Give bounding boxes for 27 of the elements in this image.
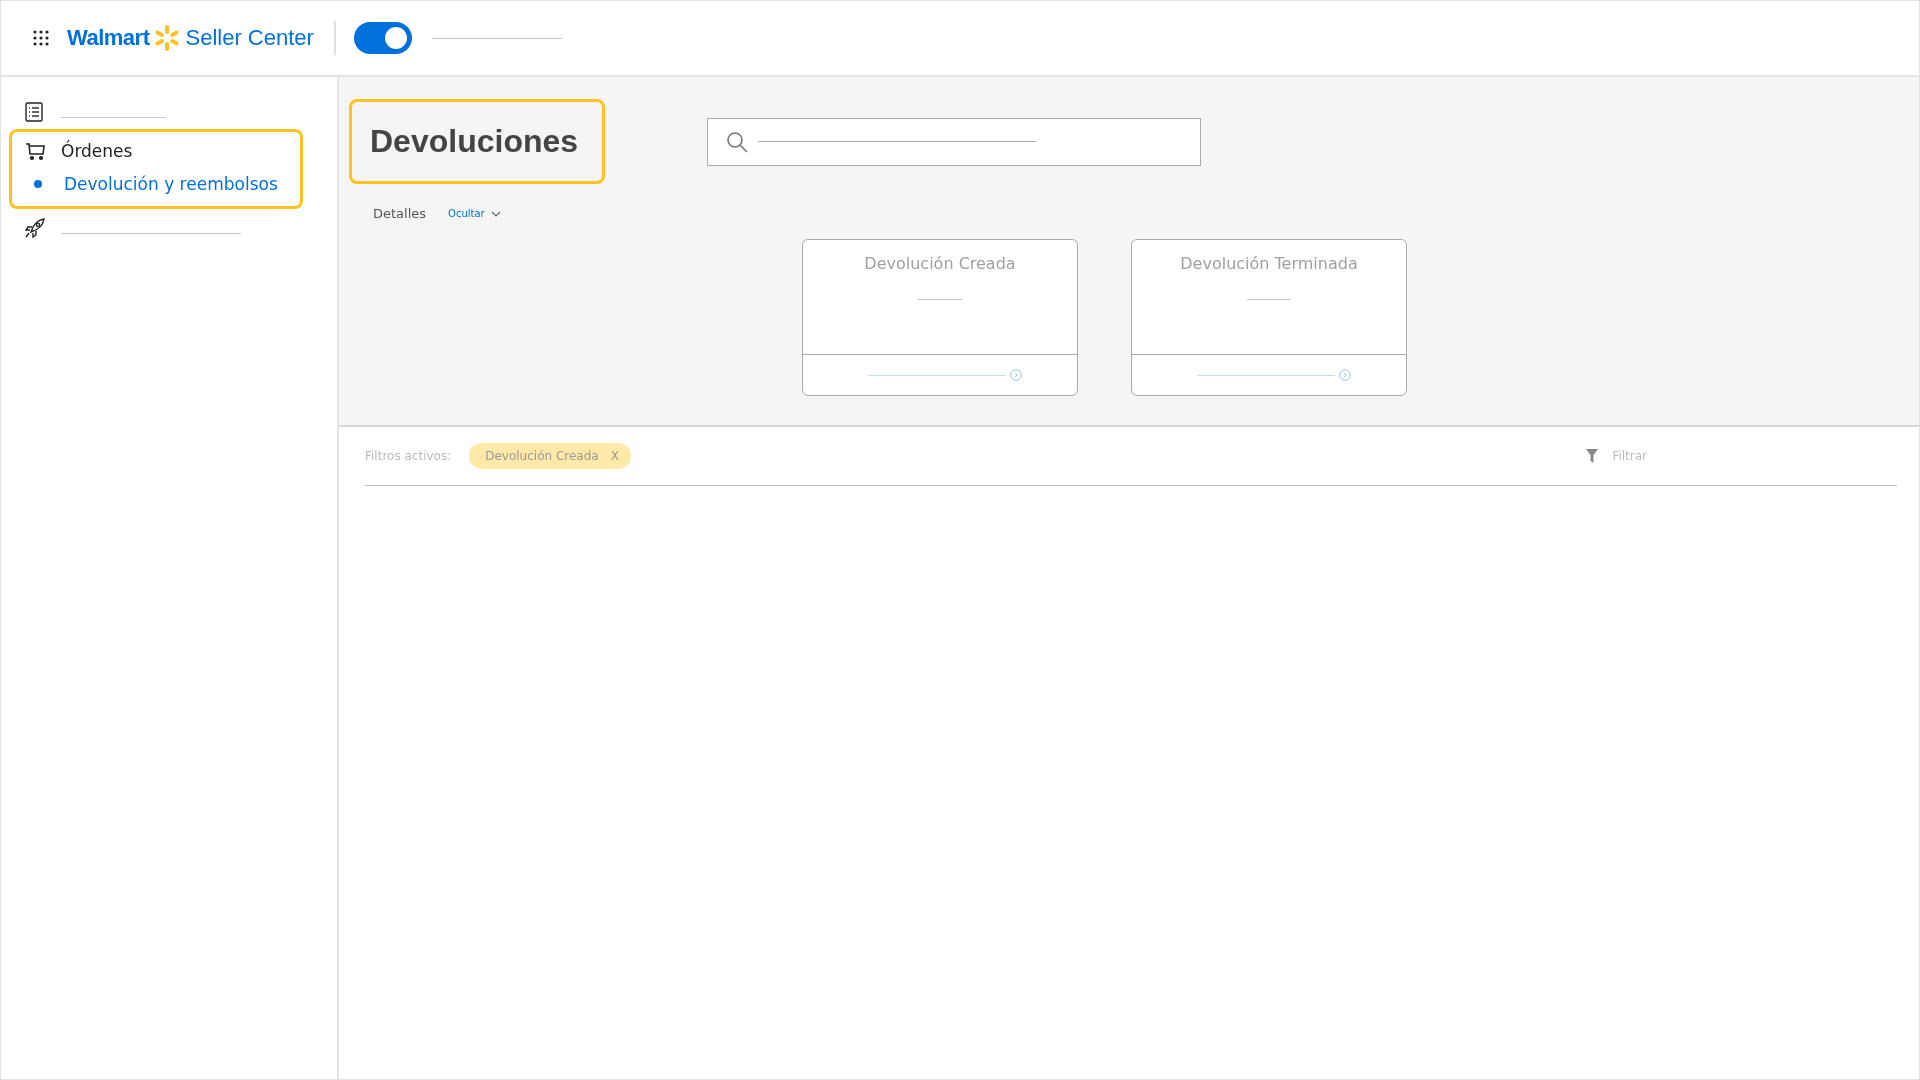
status-card[interactable]: Devolución Terminada: [1131, 239, 1407, 396]
sidebar-item[interactable]: Órdenes: [61, 141, 133, 161]
status-card[interactable]: Devolución Creada: [802, 239, 1078, 396]
funnel-icon: [1586, 449, 1599, 463]
card-title: Devolución Creada: [864, 254, 1016, 273]
apps-grid-icon[interactable]: [33, 30, 49, 46]
details-label: Detalles: [373, 206, 427, 221]
placeholder-line: [918, 299, 962, 300]
placeholder-line: [1247, 299, 1291, 300]
search-icon: [726, 130, 749, 153]
page-title: Devoluciones: [370, 123, 579, 160]
card-title: Devolución Terminada: [1180, 254, 1358, 273]
list-icon[interactable]: [25, 102, 43, 122]
cart-icon[interactable]: [25, 143, 45, 161]
logo-product-name: Seller Center: [185, 25, 314, 51]
sidebar-subitem[interactable]: Devolución y reembolsos: [12, 166, 300, 202]
toggle-switch[interactable]: [353, 22, 412, 54]
rocket-icon[interactable]: [25, 218, 45, 238]
filters-label: Filtros activos:: [365, 449, 452, 463]
chevron-down-icon: [490, 210, 501, 217]
bullet-icon: [34, 180, 42, 188]
logo-wordmark: Walmart: [67, 25, 150, 51]
chip-label: Devolución Creada: [485, 449, 599, 463]
filter-button[interactable]: Filtrar: [1586, 449, 1647, 463]
hide-link[interactable]: Ocultar: [448, 208, 501, 219]
remove-filter-button[interactable]: X: [608, 449, 621, 463]
search-field[interactable]: [707, 117, 1202, 166]
